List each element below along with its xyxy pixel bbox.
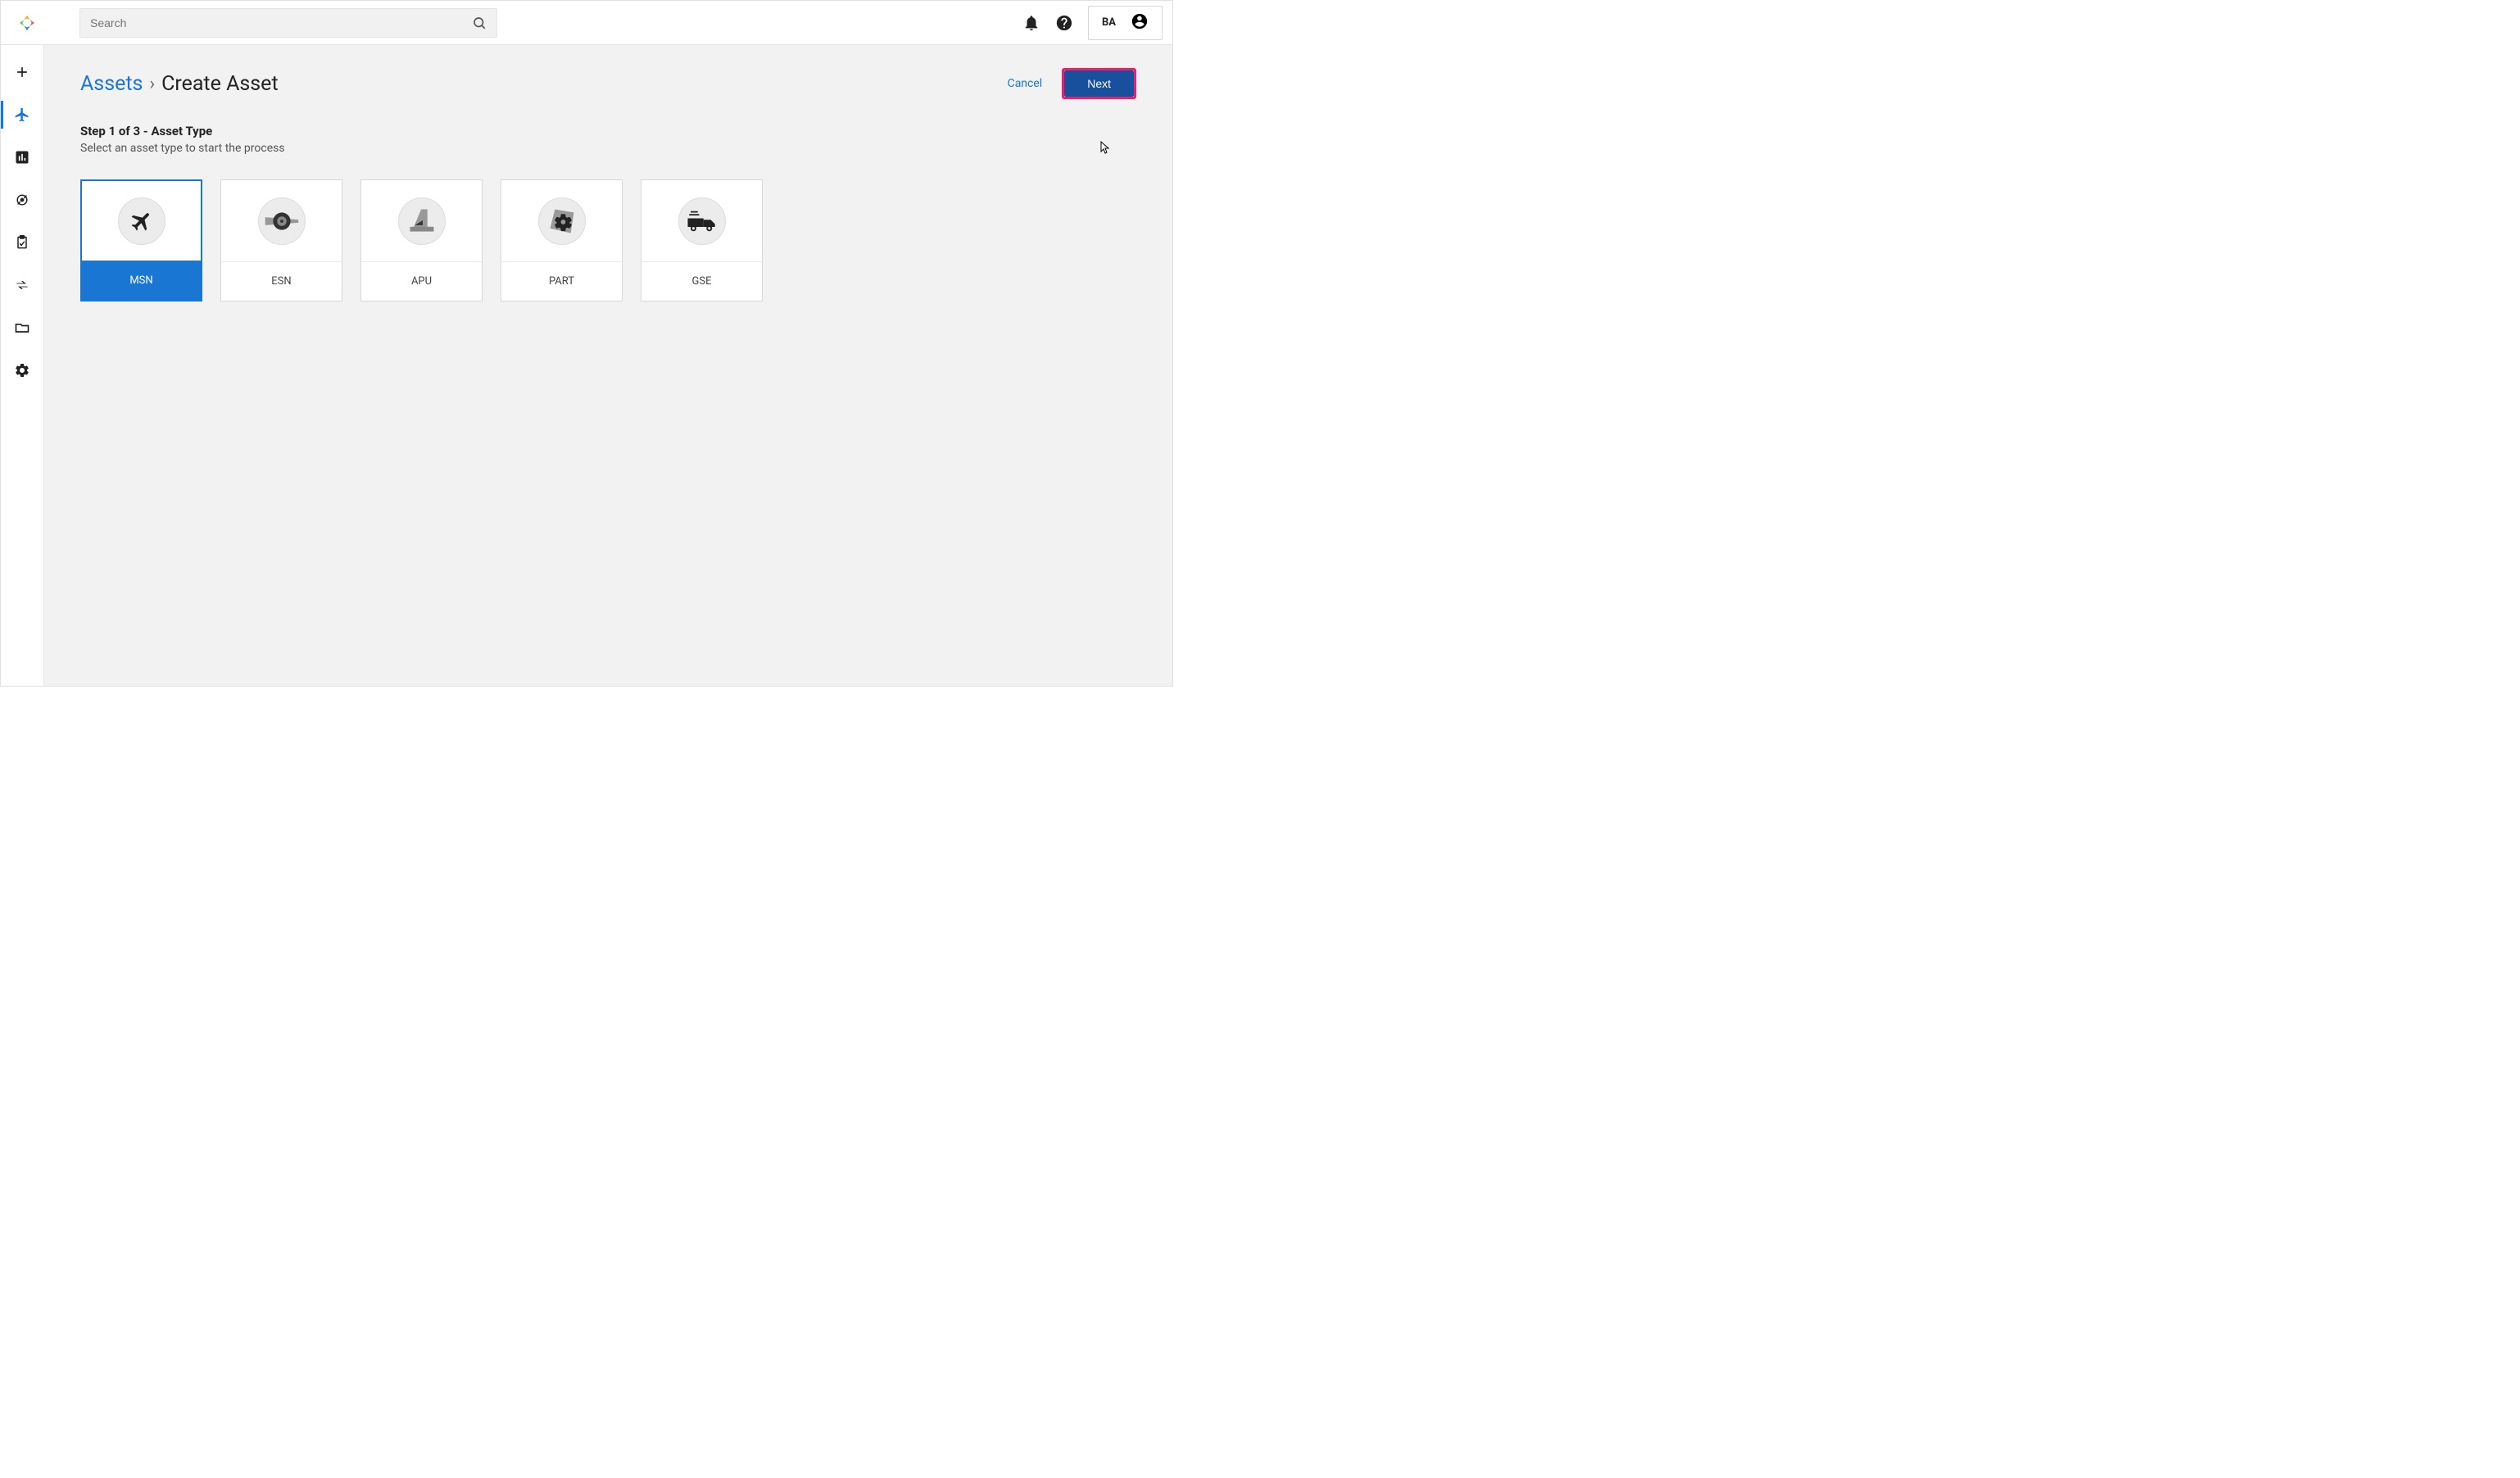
search-input[interactable] <box>90 16 472 29</box>
asset-type-card-gse[interactable]: GSE <box>641 179 763 301</box>
card-icon-area <box>501 180 622 261</box>
asset-type-card-part[interactable]: PART <box>501 179 623 301</box>
gear-icon <box>538 197 586 245</box>
search-box[interactable] <box>79 8 497 38</box>
asset-type-card-apu[interactable]: APU <box>360 179 483 301</box>
breadcrumb-current: Create Asset <box>161 72 279 96</box>
app-header: BA <box>1 1 1172 45</box>
next-button-highlight: Next <box>1062 68 1136 99</box>
card-label: ESN <box>221 261 342 301</box>
page-header: Assets › Create Asset Cancel Next <box>80 68 1136 99</box>
breadcrumb-assets-link[interactable]: Assets <box>80 72 143 96</box>
engine-icon <box>258 197 306 245</box>
page-actions: Cancel Next <box>1008 68 1136 99</box>
sidebar-item-tracking[interactable] <box>1 183 44 217</box>
help-icon[interactable] <box>1055 14 1073 32</box>
step-title: Step 1 of 3 - Asset Type <box>80 124 1136 138</box>
sidebar-item-settings[interactable] <box>1 353 44 388</box>
asset-type-card-msn[interactable]: MSN <box>80 179 202 301</box>
card-icon-area <box>361 180 482 261</box>
sidebar-item-transfers[interactable] <box>1 268 44 302</box>
header-right: BA <box>1022 6 1163 40</box>
sidebar <box>1 45 44 686</box>
asset-type-card-esn[interactable]: ESN <box>220 179 342 301</box>
card-label: MSN <box>82 261 201 300</box>
card-icon-area <box>82 181 201 261</box>
user-menu[interactable]: BA <box>1088 6 1163 40</box>
search-icon[interactable] <box>472 16 487 30</box>
breadcrumb: Assets › Create Asset <box>80 72 279 96</box>
asset-type-cards: MSN ESN <box>80 179 1136 301</box>
step-description: Select an asset type to start the proces… <box>80 142 1136 155</box>
sidebar-item-add[interactable] <box>1 55 44 89</box>
user-initials: BA <box>1102 16 1116 29</box>
tail-icon <box>398 197 446 245</box>
card-label: GSE <box>641 261 762 301</box>
main-content: Assets › Create Asset Cancel Next Step 1… <box>44 45 1172 686</box>
sidebar-item-tasks[interactable] <box>1 225 44 260</box>
sidebar-item-files[interactable] <box>1 311 44 345</box>
truck-icon <box>678 197 726 245</box>
airplane-icon <box>118 197 165 245</box>
breadcrumb-separator: › <box>149 74 155 94</box>
account-icon <box>1131 12 1149 34</box>
card-label: APU <box>361 261 482 301</box>
next-button[interactable]: Next <box>1064 70 1134 97</box>
app-logo[interactable] <box>11 14 43 32</box>
sidebar-item-analytics[interactable] <box>1 140 44 175</box>
card-icon-area <box>641 180 762 261</box>
card-label: PART <box>501 261 622 301</box>
step-block: Step 1 of 3 - Asset Type Select an asset… <box>80 124 1136 155</box>
cancel-button[interactable]: Cancel <box>1008 77 1043 90</box>
sidebar-item-assets[interactable] <box>1 97 44 132</box>
card-icon-area <box>221 180 342 261</box>
notifications-icon[interactable] <box>1022 14 1040 32</box>
